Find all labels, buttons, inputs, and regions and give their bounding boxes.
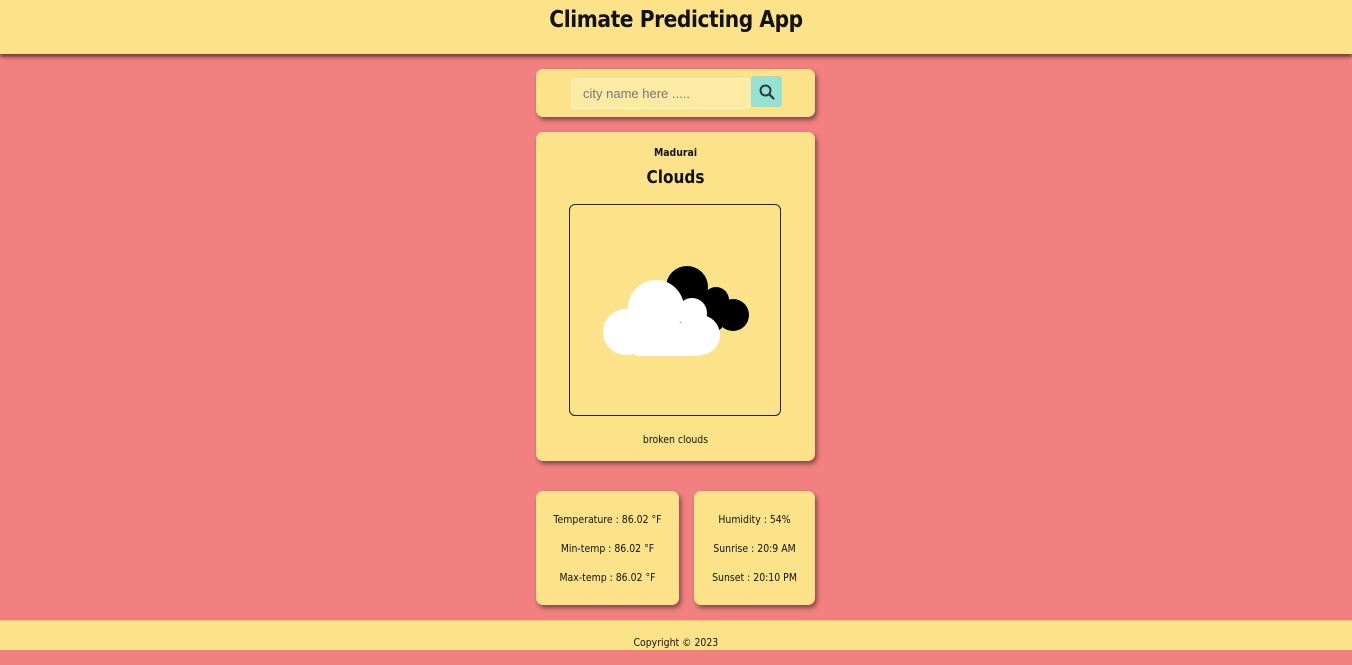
broken-clouds-icon <box>603 266 749 356</box>
search-button[interactable] <box>751 76 782 107</box>
weather-description: broken clouds <box>642 433 709 446</box>
sunset-value: Sunset : 20:10 PM <box>712 571 797 584</box>
app-header: Climate Predicting App <box>0 0 1352 54</box>
app-title: Climate Predicting App <box>549 7 803 33</box>
humidity-value: Humidity : 54% <box>718 513 791 526</box>
sunrise-value: Sunrise : 20:9 AM <box>713 542 796 555</box>
search-icon <box>759 84 775 100</box>
temperature-value: Temperature : 86.02 °F <box>553 513 662 526</box>
search-panel <box>536 69 815 117</box>
sun-humidity-panel: Humidity : 54% Sunrise : 20:9 AM Sunset … <box>694 491 815 605</box>
weather-icon-frame <box>569 204 781 416</box>
app-footer: Copyright © 2023 <box>0 620 1352 650</box>
max-temp-value: Max-temp : 86.02 °F <box>559 571 656 584</box>
copyright-text: Copyright © 2023 <box>633 636 719 649</box>
min-temp-value: Min-temp : 86.02 °F <box>560 542 655 555</box>
city-name: Madurai <box>653 146 698 159</box>
city-search-input[interactable] <box>571 78 750 109</box>
weather-condition: Clouds <box>646 167 705 188</box>
temperature-panel: Temperature : 86.02 °F Min-temp : 86.02 … <box>536 491 679 605</box>
weather-panel: Madurai Clouds broken clouds <box>536 132 815 461</box>
